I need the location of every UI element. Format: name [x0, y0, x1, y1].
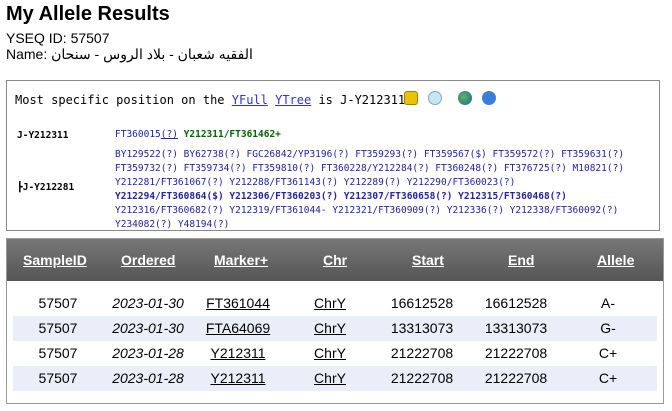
- snp-line-primary: FT360015(?) Y212311/FT361462+: [115, 129, 281, 140]
- col-marker[interactable]: Marker+: [214, 252, 268, 268]
- allele-table: SampleID Ordered Marker+ Chr Start End A…: [6, 238, 664, 404]
- page-title: My Allele Results: [6, 3, 170, 25]
- cell-chr[interactable]: ChrY: [314, 370, 346, 386]
- help-icon[interactable]: [482, 91, 496, 105]
- customer-name: Name: الفقيه شعبان - بلاد الروس - سنحان: [6, 46, 253, 62]
- most-specific-position: Most specific position on the YFull YTre…: [15, 93, 406, 107]
- cell-end: 16612528: [484, 295, 548, 311]
- cell-marker[interactable]: FT361044: [206, 295, 270, 311]
- snp-row: Y212316/FT360682(?) Y212319/FT361044- Y2…: [115, 205, 619, 216]
- cell-chr[interactable]: ChrY: [314, 345, 346, 361]
- table-row: 57507 2023-01-28 Y212311 ChrY 21222708 212227…: [13, 366, 657, 391]
- yfull-link[interactable]: YFull: [232, 93, 268, 107]
- table-row: 57507 2023-01-28 Y212311 ChrY 21222708 212227…: [13, 341, 657, 366]
- cell-allele: G-: [600, 320, 616, 336]
- cell-start: 13313073: [390, 320, 454, 336]
- snp-row: FT359732(?) FT359734(?) FT359810(?) FT36…: [115, 163, 625, 174]
- col-sampleid[interactable]: SampleID: [23, 252, 87, 268]
- cell-allele: C+: [598, 345, 618, 361]
- col-ordered[interactable]: Ordered: [121, 252, 175, 268]
- snp-row: Y234082(?) Y48194(?): [115, 219, 230, 230]
- cell-ordered: 2023-01-28: [112, 345, 184, 361]
- ytree-link[interactable]: YTree: [275, 93, 311, 107]
- table-header: SampleID Ordered Marker+ Chr Start End A…: [7, 239, 663, 281]
- cell-marker[interactable]: FTA64069: [206, 320, 270, 336]
- cell-ordered: 2023-01-30: [112, 320, 184, 336]
- cell-marker[interactable]: Y212311: [210, 370, 265, 386]
- cell-allele: C+: [598, 370, 618, 386]
- cell-chr[interactable]: ChrY: [314, 320, 346, 336]
- cell-sampleid: 57507: [38, 345, 78, 361]
- col-start[interactable]: Start: [412, 252, 444, 268]
- cell-sampleid: 57507: [38, 320, 78, 336]
- cell-sampleid: 57507: [38, 295, 78, 311]
- cell-marker[interactable]: Y212311: [210, 345, 265, 361]
- cell-chr[interactable]: ChrY: [314, 295, 346, 311]
- node-j-y212311: J-Y212311: [17, 130, 69, 141]
- cell-end: 13313073: [484, 320, 548, 336]
- yfull-icon[interactable]: [404, 91, 418, 105]
- col-allele[interactable]: Allele: [597, 252, 634, 268]
- col-chr[interactable]: Chr: [323, 252, 347, 268]
- snp-row: Y212294/FT360864($) Y212306/FT360203(?) …: [115, 191, 567, 202]
- cell-ordered: 2023-01-28: [112, 370, 184, 386]
- cell-start: 21222708: [390, 370, 454, 386]
- cell-ordered: 2023-01-30: [112, 295, 184, 311]
- node-j-y212281: ┣J-Y212281: [17, 182, 75, 193]
- table-row: 57507 2023-01-30 FT361044 ChrY 16612528 16612…: [13, 291, 657, 316]
- cell-end: 21222708: [484, 345, 548, 361]
- snp-row: BY129522(?) BY62738(?) FGC26842/YP3196(?…: [115, 149, 625, 160]
- globe-icon[interactable]: [458, 91, 472, 105]
- table-row: 57507 2023-01-30 FTA64069 ChrY 13313073 13313…: [13, 316, 657, 341]
- col-end[interactable]: End: [508, 252, 534, 268]
- cell-start: 21222708: [390, 345, 454, 361]
- ytree-panel: Most specific position on the YFull YTre…: [6, 80, 660, 231]
- cell-allele: A-: [601, 295, 615, 311]
- cell-start: 16612528: [390, 295, 454, 311]
- cell-sampleid: 57507: [38, 370, 78, 386]
- cell-end: 21222708: [484, 370, 548, 386]
- snp-row: Y212281/FT361067(?) Y212288/FT361143(?) …: [115, 177, 516, 188]
- yseq-id: YSEQ ID: 57507: [6, 30, 110, 46]
- ytree-icon[interactable]: [428, 91, 442, 105]
